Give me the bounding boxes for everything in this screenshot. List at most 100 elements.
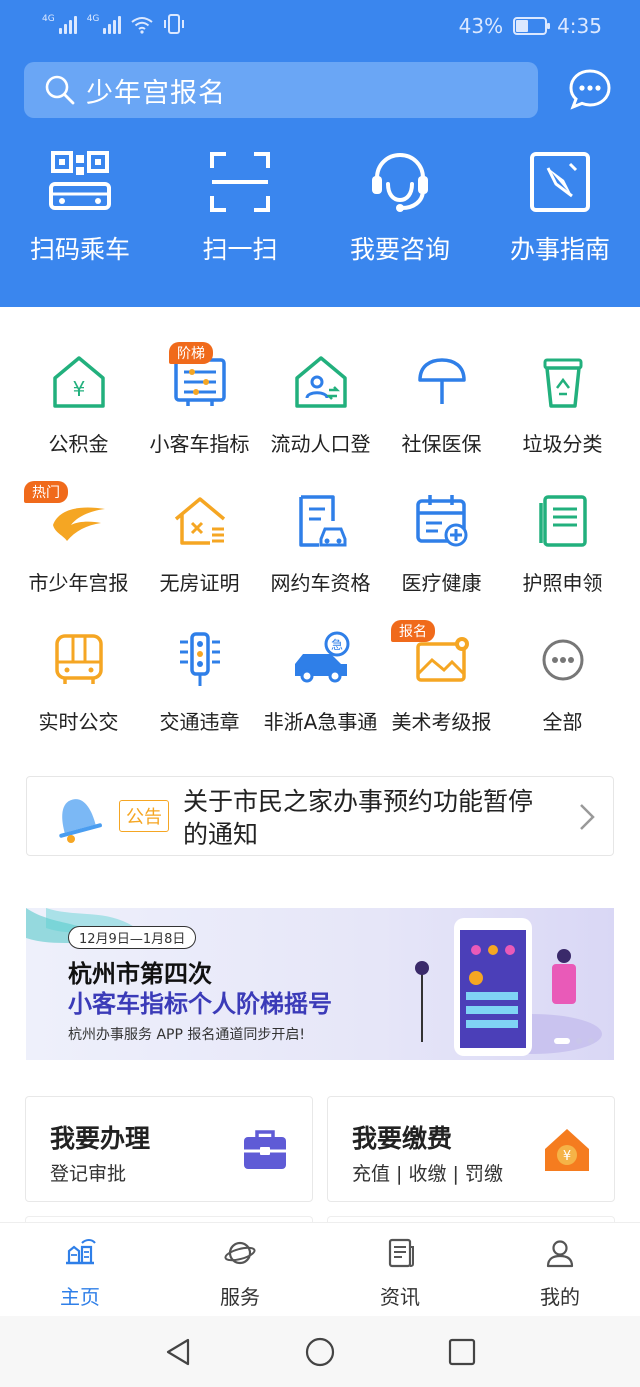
compass-icon — [530, 152, 590, 212]
banner-subtitle: 小客车指标个人阶梯摇号 — [68, 990, 332, 1018]
quick-label: 扫码乘车 — [29, 235, 130, 264]
user-icon — [546, 1240, 574, 1268]
clock: 4:35 — [557, 14, 602, 38]
service-label: 医疗健康 — [401, 571, 482, 595]
quick-scan-bus[interactable]: 扫码乘车 — [0, 150, 160, 266]
chevron-right-icon — [580, 804, 595, 830]
tab-mine[interactable]: 我的 — [480, 1223, 640, 1316]
service-label: 垃圾分类 — [522, 432, 603, 456]
tab-home[interactable]: 主页 — [0, 1223, 160, 1316]
tab-news[interactable]: 资讯 — [320, 1223, 480, 1316]
quick-guide[interactable]: 办事指南 — [480, 150, 640, 266]
service-youth-palace[interactable]: 热门 Hf 市少年宫报 — [18, 481, 139, 622]
pay-card[interactable]: 我要缴费 充值 | 收缴 | 罚缴 ¥ — [327, 1096, 615, 1202]
service-car-quota[interactable]: 阶梯 小客车指标 — [139, 342, 260, 483]
headset-icon — [372, 152, 428, 212]
population-icon — [294, 356, 347, 408]
quick-label: 我要咨询 — [349, 235, 450, 264]
service-label: 美术考级报 — [391, 710, 492, 734]
urgent-car-icon: 急 — [294, 631, 349, 683]
service-fund[interactable]: ¥ 公积金 — [18, 344, 139, 483]
service-passport[interactable]: 护照申领 — [502, 483, 623, 622]
search-bar[interactable]: 少年宫报名 — [24, 62, 538, 118]
search-placeholder: 少年宫报名 — [86, 77, 226, 109]
traffic-light-icon — [179, 632, 220, 686]
card-title: 我要缴费 — [352, 1124, 453, 1153]
service-label: 社保医保 — [401, 432, 482, 456]
vibrate-icon — [164, 14, 185, 34]
service-badge: 阶梯 — [169, 342, 213, 364]
service-population[interactable]: 流动人口登 — [260, 344, 381, 483]
status-bar: 4G 4G 43% 4:35 — [0, 0, 640, 56]
signal-icon-2: 4G — [87, 14, 122, 34]
service-bus[interactable]: 实时公交 — [18, 622, 139, 761]
carousel-dots[interactable] — [554, 1038, 594, 1044]
rideshare-icon — [298, 495, 346, 547]
payment-house-icon: ¥ — [545, 1129, 589, 1171]
back-icon[interactable] — [162, 1336, 194, 1368]
header: 4G 4G 43% 4:35 少年宫报名 扫码乘车 扫一扫 我要咨询 办事指南 — [0, 0, 640, 307]
chat-message-icon[interactable] — [568, 68, 612, 112]
tab-label: 我的 — [540, 1285, 580, 1309]
service-label: 流动人口登 — [270, 432, 371, 456]
quick-scan[interactable]: 扫一扫 — [160, 150, 320, 266]
service-badge: 报名 — [391, 620, 435, 642]
service-label: 交通违章 — [159, 710, 240, 734]
service-no-house[interactable]: 无房证明 — [139, 483, 260, 622]
service-rideshare[interactable]: 网约车资格 — [260, 483, 381, 622]
svg-text:Hf: Hf — [87, 525, 107, 541]
banner-date: 12月9日—1月8日 — [68, 926, 197, 949]
handle-card[interactable]: 我要办理 登记审批 — [25, 1096, 313, 1202]
service-social-security[interactable]: 社保医保 — [381, 344, 502, 483]
medical-calendar-icon — [415, 495, 467, 547]
service-waste-sorting[interactable]: 垃圾分类 — [502, 344, 623, 483]
passport-icon — [538, 495, 587, 547]
battery-icon — [513, 17, 551, 35]
card-subtitle: 登记审批 — [50, 1163, 127, 1185]
card-subtitle: 充值 | 收缴 | 罚缴 — [352, 1163, 503, 1185]
service-art-exam[interactable]: 报名 美术考级报 — [381, 620, 502, 761]
service-urgent[interactable]: 急 非浙A急事通 — [260, 622, 381, 761]
service-traffic[interactable]: 交通违章 — [139, 622, 260, 761]
wifi-icon — [131, 17, 154, 34]
tab-label: 资讯 — [380, 1285, 420, 1309]
more-icon — [542, 639, 583, 681]
recycle-bin-icon — [543, 358, 582, 408]
svg-text:急: 急 — [330, 637, 342, 652]
service-label: 实时公交 — [38, 710, 119, 734]
recents-icon[interactable] — [446, 1336, 478, 1368]
umbrella-icon — [417, 358, 466, 404]
banner-caption: 杭州办事服务 APP 报名通道同步开启! — [68, 1027, 305, 1043]
status-icons: 4G 4G — [42, 14, 185, 34]
qr-bus-icon — [49, 151, 111, 210]
service-row: 热门 Hf 市少年宫报 无房证明 网约车资格 医疗健康 护照申领 — [0, 481, 640, 622]
tab-service[interactable]: 服务 — [160, 1223, 320, 1316]
service-medical[interactable]: 医疗健康 — [381, 483, 502, 622]
promo-banner[interactable]: 12月9日—1月8日 杭州市第四次 小客车指标个人阶梯摇号 杭州办事服务 APP… — [26, 908, 614, 1060]
quick-label: 扫一扫 — [202, 235, 278, 264]
quick-consult[interactable]: 我要咨询 — [320, 150, 480, 266]
svg-text:¥: ¥ — [72, 377, 85, 401]
notice-text: 关于市民之家办事预约功能暂停的通知 — [183, 787, 534, 849]
service-all[interactable]: 全部 — [502, 622, 623, 761]
signal-icon: 4G — [42, 14, 77, 34]
card-title: 我要办理 — [50, 1124, 151, 1153]
service-badge: 热门 — [24, 481, 68, 503]
notice-bar[interactable]: 公告 关于市民之家办事预约功能暂停的通知 — [26, 776, 614, 856]
planet-icon — [224, 1241, 256, 1265]
quick-actions: 扫码乘车 扫一扫 我要咨询 办事指南 — [0, 150, 640, 266]
battery-percent: 43% — [458, 14, 504, 38]
service-label: 小客车指标 — [149, 432, 250, 456]
service-label: 网约车资格 — [270, 571, 371, 595]
service-label: 全部 — [542, 710, 583, 734]
home-circle-icon[interactable] — [304, 1336, 336, 1368]
bottom-tabbar: 主页 服务 资讯 我的 — [0, 1222, 640, 1316]
quick-label: 办事指南 — [509, 235, 610, 264]
service-label: 非浙A急事通 — [263, 710, 378, 734]
bell-icon — [59, 799, 102, 843]
tab-label: 主页 — [60, 1285, 100, 1309]
search-icon — [45, 75, 75, 105]
service-row: ¥ 公积金 阶梯 小客车指标 流动人口登 社保医保 垃圾分类 — [0, 342, 640, 483]
no-house-icon — [174, 497, 225, 545]
briefcase-icon — [244, 1130, 286, 1169]
